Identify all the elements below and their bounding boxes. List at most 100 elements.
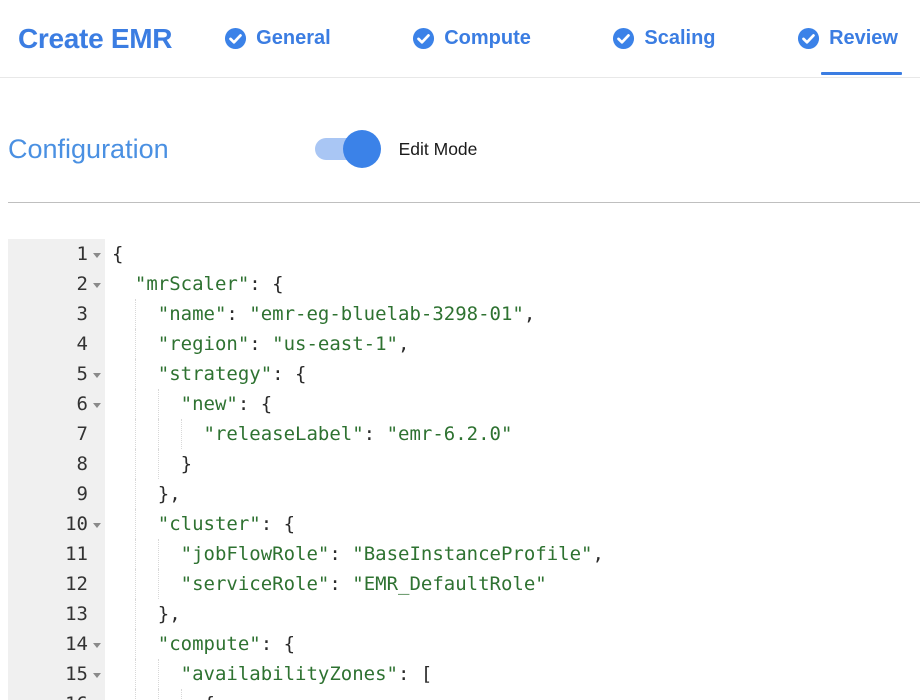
code-line: "jobFlowRole": "BaseInstanceProfile", (112, 539, 920, 569)
json-punct-token: { (112, 243, 123, 265)
fold-spacer (88, 539, 105, 569)
code-line: "name": "emr-eg-bluelab-3298-01", (112, 299, 920, 329)
line-number: 7 (77, 423, 88, 445)
line-number: 14 (65, 633, 88, 655)
gutter-row: 13 (8, 599, 105, 629)
json-string-token: "releaseLabel" (204, 423, 364, 445)
indent-guide (135, 629, 136, 659)
indent-guide (158, 389, 159, 419)
json-punct-token (112, 543, 181, 565)
json-punct-token: }, (112, 483, 181, 505)
check-circle-icon (224, 27, 247, 50)
indent-guide (135, 329, 136, 359)
json-punct-token (112, 663, 181, 685)
indent-guide (135, 299, 136, 329)
line-number: 4 (77, 333, 88, 355)
indent-guide (158, 569, 159, 599)
indent-guide (135, 659, 136, 689)
indent-guide (135, 449, 136, 479)
line-number: 3 (77, 303, 88, 325)
json-string-token: "new" (181, 393, 238, 415)
json-punct-token: : (329, 543, 352, 565)
tab-review[interactable]: Review (797, 0, 898, 77)
section-title: Configuration (8, 134, 169, 165)
gutter-row: 8 (8, 449, 105, 479)
json-punct-token: : { (261, 513, 295, 535)
indent-guide (158, 539, 159, 569)
editor-content[interactable]: { "mrScaler": { "name": "emr-eg-bluelab-… (105, 239, 920, 700)
gutter-row: 11 (8, 539, 105, 569)
gutter-row: 5 (8, 359, 105, 389)
json-string-token: "compute" (158, 633, 261, 655)
gutter-row: 9 (8, 479, 105, 509)
json-punct-token: }, (112, 603, 181, 625)
fold-spacer (88, 299, 105, 329)
check-circle-icon (412, 27, 435, 50)
gutter-row: 12 (8, 569, 105, 599)
code-line: "releaseLabel": "emr-6.2.0" (112, 419, 920, 449)
json-punct-token: : (249, 333, 272, 355)
tab-general[interactable]: General (224, 0, 330, 77)
fold-spacer (88, 599, 105, 629)
json-punct-token: : { (272, 363, 306, 385)
chevron-down-icon (93, 283, 101, 288)
code-line: "mrScaler": { (112, 269, 920, 299)
json-string-token: "cluster" (158, 513, 261, 535)
tab-label: General (256, 27, 330, 50)
fold-toggle-icon[interactable] (88, 629, 105, 659)
tab-scaling[interactable]: Scaling (612, 0, 715, 77)
editor-gutter: 12345678910111213141516 (8, 239, 105, 700)
code-line: { (112, 689, 920, 700)
line-number: 15 (65, 663, 88, 685)
indent-guide (135, 569, 136, 599)
json-string-token: "mrScaler" (135, 273, 249, 295)
gutter-row: 6 (8, 389, 105, 419)
line-number: 6 (77, 393, 88, 415)
code-line: }, (112, 479, 920, 509)
code-line: } (112, 449, 920, 479)
json-punct-token: : (329, 573, 352, 595)
line-number: 9 (77, 483, 88, 505)
fold-toggle-icon[interactable] (88, 239, 105, 269)
line-number: 10 (65, 513, 88, 535)
code-line: "compute": { (112, 629, 920, 659)
fold-spacer (88, 479, 105, 509)
indent-guide (135, 389, 136, 419)
code-line: }, (112, 599, 920, 629)
edit-mode-label: Edit Mode (399, 139, 478, 160)
section-divider (8, 202, 920, 203)
edit-mode-toggle[interactable] (315, 138, 373, 160)
fold-toggle-icon[interactable] (88, 659, 105, 689)
fold-spacer (88, 569, 105, 599)
indent-guide (158, 419, 159, 449)
tab-compute[interactable]: Compute (412, 0, 531, 77)
json-punct-token (112, 573, 181, 595)
line-number: 11 (65, 543, 88, 565)
json-punct-token: { (112, 693, 215, 700)
fold-toggle-icon[interactable] (88, 389, 105, 419)
json-string-token: "jobFlowRole" (181, 543, 330, 565)
check-circle-icon (612, 27, 635, 50)
json-string-token: "serviceRole" (181, 573, 330, 595)
gutter-row: 3 (8, 299, 105, 329)
tab-label: Review (829, 27, 898, 50)
fold-toggle-icon[interactable] (88, 269, 105, 299)
json-string-token: "BaseInstanceProfile" (352, 543, 592, 565)
chevron-down-icon (93, 643, 101, 648)
indent-guide (135, 479, 136, 509)
line-number: 13 (65, 603, 88, 625)
gutter-row: 16 (8, 689, 105, 700)
json-editor[interactable]: 12345678910111213141516 { "mrScaler": { … (8, 239, 920, 700)
code-line: "serviceRole": "EMR_DefaultRole" (112, 569, 920, 599)
wizard-header: Create EMR GeneralComputeScalingReview (0, 0, 920, 78)
json-punct-token: : { (249, 273, 283, 295)
fold-toggle-icon[interactable] (88, 689, 105, 700)
code-line: "new": { (112, 389, 920, 419)
fold-toggle-icon[interactable] (88, 509, 105, 539)
code-line: { (112, 239, 920, 269)
indent-guide (135, 689, 136, 700)
tab-label: Scaling (644, 27, 715, 50)
line-number: 2 (77, 273, 88, 295)
json-punct-token: , (398, 333, 409, 355)
fold-toggle-icon[interactable] (88, 359, 105, 389)
